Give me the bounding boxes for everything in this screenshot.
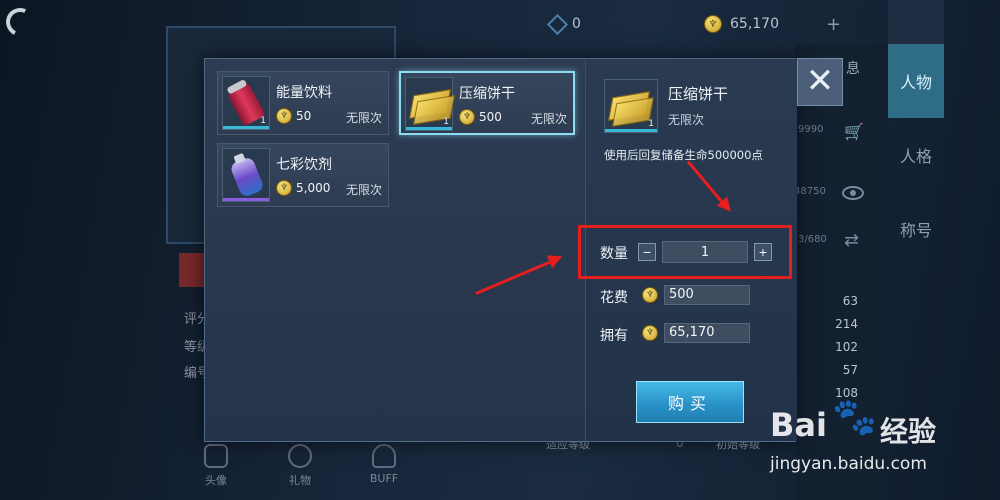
item-price: 500 <box>479 110 502 124</box>
owned-value: 65,170 <box>664 323 750 343</box>
shop-item-list: 1 能量饮料 50 无限次 1 压缩饼干 500 无限次 七彩饮剂 <box>205 59 585 441</box>
watermark-brand-suffix: 经验 <box>880 415 937 448</box>
diamond-icon <box>548 17 564 31</box>
item-qty: 1 <box>443 117 449 127</box>
bottom-nav: 头像 礼物 BUFF <box>196 444 404 488</box>
shop-item-energy-drink[interactable]: 1 能量饮料 50 无限次 <box>217 71 389 135</box>
item-qty: 1 <box>648 119 654 129</box>
coin-balance: 65,170 <box>704 12 779 36</box>
detail-item-name: 压缩饼干 <box>668 85 729 103</box>
nav-label: BUFF <box>369 472 399 485</box>
stat-value: 57 <box>842 363 858 377</box>
rarity-bar <box>223 126 269 129</box>
stat-value: 63 <box>842 294 858 308</box>
detail-description: 使用后回复储备生命500000点 <box>604 148 763 162</box>
close-dialog-button[interactable]: ✕ <box>797 58 843 106</box>
diamond-balance: 0 <box>548 12 581 36</box>
side-tabs: 人物 人格 称号 <box>888 44 944 266</box>
rarity-bar <box>605 129 657 132</box>
shop-item-compressed-biscuit[interactable]: 1 压缩饼干 500 无限次 <box>399 71 575 135</box>
eye-icon[interactable] <box>842 186 864 200</box>
item-name: 能量饮料 <box>276 85 332 101</box>
nav-label: 头像 <box>205 474 227 487</box>
stat-value: 102 <box>835 340 858 354</box>
add-currency-button[interactable]: + <box>826 14 841 35</box>
detail-thumbnail: 1 <box>604 79 658 133</box>
partial-tab-label: 息 <box>846 61 860 77</box>
owned-label: 拥有 <box>600 328 628 344</box>
watermark-brand: Bai <box>770 406 827 444</box>
buy-button[interactable]: 购买 <box>636 381 744 423</box>
top-bar: 0 65,170 + <box>0 0 1000 46</box>
coin-icon <box>276 108 292 124</box>
rarity-bar <box>406 127 452 130</box>
paw-icon: 🐾 <box>832 397 877 438</box>
cart-icon[interactable]: 🛒 <box>844 122 864 141</box>
item-price: 5,000 <box>296 181 331 195</box>
faint-stat: 3/680 <box>798 234 827 245</box>
item-price: 50 <box>296 109 312 123</box>
baidu-watermark: Bai 🐾 经验 jingyan.baidu.com <box>770 392 992 492</box>
item-thumbnail <box>222 148 270 202</box>
item-thumbnail: 1 <box>405 77 456 131</box>
shop-item-rainbow-potion[interactable]: 七彩饮剂 5,000 无限次 <box>217 143 389 207</box>
buff-icon <box>372 444 396 468</box>
tab-personality[interactable]: 人格 <box>888 118 944 192</box>
watermark-url: jingyan.baidu.com <box>770 454 927 474</box>
coin-icon <box>642 325 658 341</box>
tab-title[interactable]: 称号 <box>888 192 944 266</box>
item-qty: 1 <box>260 116 266 126</box>
faint-stat: 9990 <box>798 124 824 135</box>
faint-stat: 48750 <box>794 186 826 197</box>
rarity-bar <box>223 198 269 201</box>
coin-icon <box>276 180 292 196</box>
cost-row: 500 <box>642 285 750 305</box>
avatar-icon <box>204 444 228 468</box>
stat-value: 214 <box>835 317 858 331</box>
gift-icon <box>288 444 312 468</box>
nav-gift[interactable]: 礼物 <box>280 444 320 488</box>
tab-character[interactable]: 人物 <box>888 44 944 118</box>
cost-value: 500 <box>664 285 750 305</box>
rainbow-potion-icon <box>229 155 265 199</box>
coin-value: 65,170 <box>730 16 779 32</box>
cost-label: 花费 <box>600 290 628 306</box>
nav-buff[interactable]: BUFF <box>364 444 404 488</box>
back-icon[interactable] <box>2 4 38 40</box>
top-close-area[interactable] <box>888 0 944 44</box>
stat-values: 63 214 102 57 108 <box>830 294 858 403</box>
owned-row: 65,170 <box>642 323 750 343</box>
item-limit: 无限次 <box>345 111 382 125</box>
detail-item-limit: 无限次 <box>668 113 705 127</box>
swap-icon[interactable]: ⇄ <box>844 230 859 251</box>
coin-icon <box>459 109 475 125</box>
item-name: 压缩饼干 <box>459 86 515 102</box>
nav-label: 礼物 <box>289 474 311 487</box>
item-limit: 无限次 <box>345 183 382 197</box>
nav-avatar[interactable]: 头像 <box>196 444 236 488</box>
diamond-value: 0 <box>572 16 581 32</box>
item-limit: 无限次 <box>530 112 567 126</box>
item-thumbnail: 1 <box>222 76 270 130</box>
item-name: 七彩饮剂 <box>276 157 332 173</box>
coin-icon <box>642 287 658 303</box>
annotation-highlight-box <box>578 225 792 279</box>
coin-icon <box>704 15 722 33</box>
